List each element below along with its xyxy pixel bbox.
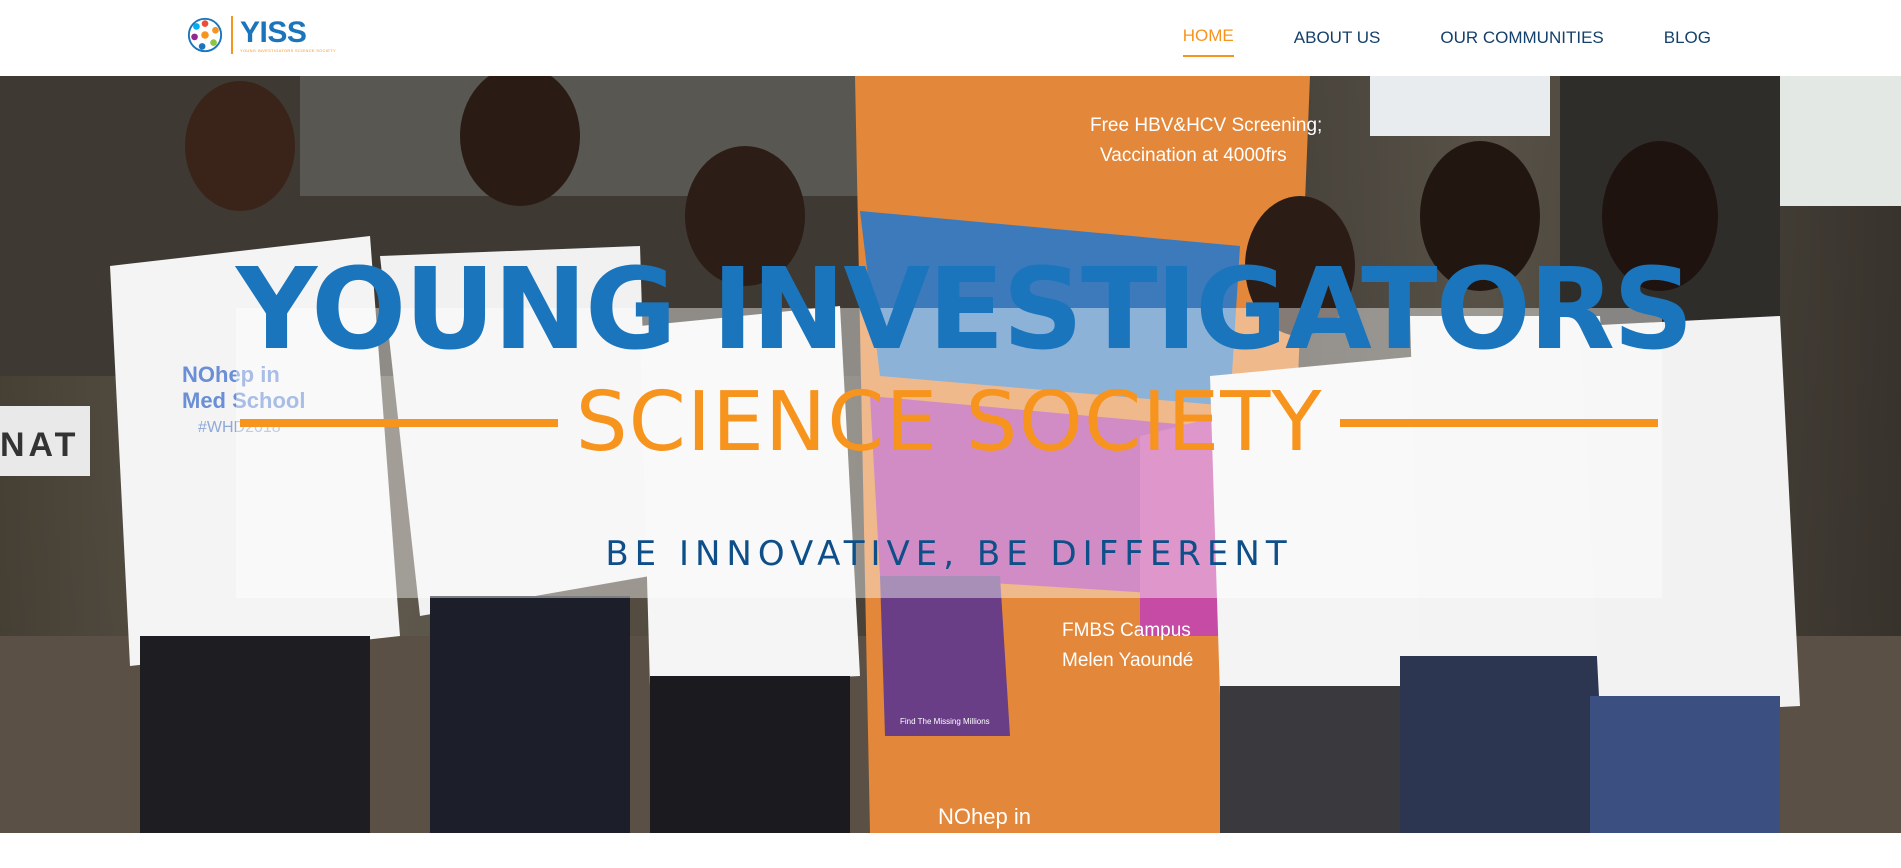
nav-home[interactable]: HOME xyxy=(1182,16,1234,57)
nav-blog[interactable]: BLOG xyxy=(1664,18,1711,58)
hero-title-line2-row: SCIENCE SOCIETY xyxy=(240,375,1659,470)
title-rule-right xyxy=(1340,419,1659,427)
title-rule-left xyxy=(240,419,558,427)
banner-text-location: Melen Yaoundé xyxy=(1062,650,1193,671)
banner-text-vaccination: Vaccination at 4000frs xyxy=(1100,145,1287,166)
hero-title-line1: YOUNG INVESTIGATORS xyxy=(236,245,1694,375)
nav-our-communities[interactable]: OUR COMMUNITIES xyxy=(1440,18,1603,58)
banner-text-missing-millions: Find The Missing Millions xyxy=(900,717,990,726)
hero-tagline: BE INNOVATIVE, BE DIFFERENT xyxy=(605,534,1293,574)
page-content-start xyxy=(0,833,1901,868)
banner-text-campus: FMBS Campus xyxy=(1062,620,1191,641)
main-nav: HOME ABOUT US OUR COMMUNITIES BLOG xyxy=(1182,0,1711,76)
banner-text-screening: Free HBV&HCV Screening; xyxy=(1090,115,1322,136)
hero-title-line2: SCIENCE SOCIETY xyxy=(575,375,1323,470)
site-logo[interactable]: YISS YOUNG INVESTIGATORS SCIENCE SOCIETY xyxy=(186,14,336,56)
banner-text-nohep: NOhep in xyxy=(938,804,1031,829)
top-navbar: YISS YOUNG INVESTIGATORS SCIENCE SOCIETY… xyxy=(0,0,1901,76)
sign-text: NAT xyxy=(0,426,79,464)
logo-globe-icon xyxy=(187,17,223,53)
logo-tagline: YOUNG INVESTIGATORS SCIENCE SOCIETY xyxy=(240,47,336,53)
logo-wordmark: YISS xyxy=(240,15,307,49)
nav-about-us[interactable]: ABOUT US xyxy=(1294,18,1381,58)
logo-text: YISS YOUNG INVESTIGATORS SCIENCE SOCIETY xyxy=(240,15,336,53)
logo-divider xyxy=(231,16,233,54)
